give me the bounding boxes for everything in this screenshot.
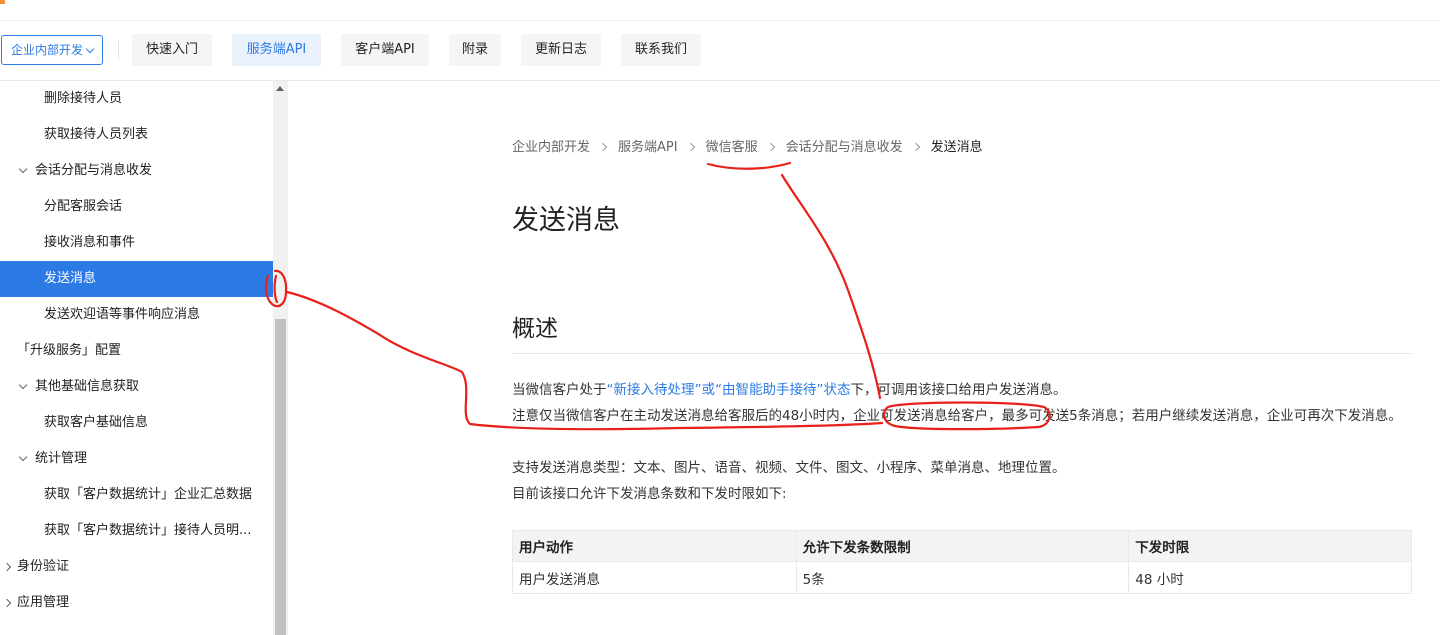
table-cell: 48 小时 bbox=[1128, 561, 1412, 594]
nav-server-api[interactable]: 服务端API bbox=[232, 34, 321, 66]
sidebar-item-label: 应用管理 bbox=[17, 595, 70, 610]
sidebar-item-label: 身份验证 bbox=[17, 559, 70, 574]
text-segment: 下，可调用该接口给用户发送消息。 bbox=[850, 382, 1067, 398]
chevron-right-icon[interactable] bbox=[2, 562, 12, 572]
page-title: 发送消息 bbox=[512, 205, 620, 236]
sidebar-item[interactable]: 获取「客户数据统计」企业汇总数据 bbox=[0, 477, 273, 513]
col-header-action: 用户动作 bbox=[512, 530, 797, 562]
sidebar-item-label: 发送消息 bbox=[44, 271, 97, 286]
sidebar-item-label: 删除接待人员 bbox=[44, 91, 123, 106]
sidebar-item[interactable]: 发送欢迎语等事件响应消息 bbox=[0, 297, 273, 333]
dropdown-label: 企业内部开发 bbox=[10, 43, 83, 57]
sidebar-item[interactable]: 「升级服务」配置 bbox=[0, 333, 273, 369]
breadcrumb-item[interactable]: 企业内部开发 bbox=[512, 140, 590, 155]
sidebar-item[interactable]: 其他基础信息获取 bbox=[0, 369, 273, 405]
nav-quickstart[interactable]: 快速入门 bbox=[132, 34, 212, 66]
paragraph-intro: 当微信客户处于“新接入待处理”或“由智能助手接待”状态下，可调用该接口给用户发送… bbox=[512, 377, 1412, 403]
sidebar-item-label: 分配客服会话 bbox=[44, 199, 123, 214]
breadcrumb-item: 发送消息 bbox=[930, 140, 983, 155]
scrollbar-thumb[interactable] bbox=[275, 319, 286, 635]
sidebar-item-label: 获取接待人员列表 bbox=[44, 127, 149, 142]
sidebar-item-label: 接收消息和事件 bbox=[44, 235, 136, 250]
nav-appendix[interactable]: 附录 bbox=[449, 34, 501, 66]
sidebar-item[interactable]: 会话分配与消息收发 bbox=[0, 153, 273, 189]
sidebar-item-label: 获取「客户数据统计」企业汇总数据 bbox=[44, 487, 253, 502]
annotation-underline-breadcrumb bbox=[706, 161, 792, 170]
sidebar-item[interactable]: 获取客户基础信息 bbox=[0, 405, 273, 441]
breadcrumb: 企业内部开发 服务端API 微信客服 会话分配与消息收发 发送消息 bbox=[512, 136, 983, 155]
sidebar-tree: 删除接待人员获取接待人员列表 会话分配与消息收发分配客服会话 接收消息和事件 发送消息… bbox=[0, 81, 273, 635]
breadcrumb-item[interactable]: 微信客服 bbox=[706, 140, 758, 155]
col-header-time: 下发时限 bbox=[1128, 530, 1412, 562]
table-cell: 用户发送消息 bbox=[512, 561, 797, 594]
breadcrumb-item[interactable]: 会话分配与消息收发 bbox=[786, 140, 903, 155]
chevron-down-icon[interactable] bbox=[18, 164, 28, 174]
chevron-right-icon bbox=[686, 142, 695, 152]
sidebar-item-label: 获取客户基础信息 bbox=[44, 415, 149, 430]
sidebar-item-label: 会话分配与消息收发 bbox=[35, 163, 153, 178]
nav-client-api[interactable]: 客户端API bbox=[341, 34, 429, 66]
top-strip bbox=[0, 0, 1440, 21]
divider bbox=[118, 41, 119, 59]
sidebar-item-label: 其他基础信息获取 bbox=[35, 379, 140, 394]
brand-mark bbox=[0, 0, 5, 4]
paragraph-types: 支持发送消息类型：文本、图片、语音、视频、文件、图文、小程序、菜单消息、地理位置… bbox=[512, 460, 1066, 476]
chevron-down-icon bbox=[85, 44, 95, 54]
chevron-down-icon[interactable] bbox=[18, 380, 28, 390]
status-link[interactable]: “新接入待处理”或“由智能助手接待”状态 bbox=[607, 382, 851, 398]
paragraph-limits: 目前该接口允许下发消息条数和下发时限如下: bbox=[512, 486, 787, 502]
scroll-up-icon[interactable] bbox=[276, 86, 284, 91]
breadcrumb-item[interactable]: 服务端API bbox=[618, 140, 678, 155]
chevron-right-icon bbox=[911, 142, 920, 152]
sidebar-item[interactable]: 应用管理 bbox=[0, 585, 273, 621]
sidebar-scrollbar[interactable] bbox=[273, 81, 288, 635]
sidebar-item[interactable]: 分配客服会话 bbox=[0, 189, 273, 225]
sidebar-item[interactable]: 接收消息和事件 bbox=[0, 225, 273, 261]
chevron-down-icon[interactable] bbox=[18, 452, 28, 462]
sidebar-item[interactable]: 统计管理 bbox=[0, 441, 273, 477]
sidebar-item[interactable]: 获取「客户数据统计」接待人员明... bbox=[0, 513, 273, 549]
sidebar-item[interactable]: 发送消息 bbox=[0, 261, 273, 297]
col-header-count: 允许下发条数限制 bbox=[795, 530, 1130, 562]
sidebar-item-label: 发送欢迎语等事件响应消息 bbox=[44, 307, 201, 322]
sidebar-item[interactable]: 身份验证 bbox=[0, 549, 273, 585]
text-segment: 当微信客户处于 bbox=[512, 382, 607, 398]
top-nav: 企业内部开发 快速入门 服务端API 客户端API 附录 更新日志 联系我们 bbox=[0, 21, 1440, 81]
sidebar-item[interactable]: 获取接待人员列表 bbox=[0, 117, 273, 153]
sidebar-item[interactable]: 删除接待人员 bbox=[0, 81, 273, 117]
table-cell: 5条 bbox=[795, 561, 1130, 594]
dev-type-dropdown[interactable]: 企业内部开发 bbox=[1, 35, 103, 65]
sidebar-item-label: 获取「客户数据统计」接待人员明... bbox=[44, 523, 252, 538]
table-header-row: 用户动作 允许下发条数限制 下发时限 bbox=[512, 530, 1412, 562]
annotation-line-breadcrumb-to-text bbox=[780, 173, 882, 400]
paragraph-notice: 注意仅当微信客户在主动发送消息给客服后的48小时内，企业可发送消息给客户，最多可… bbox=[512, 408, 1402, 424]
nav-contact[interactable]: 联系我们 bbox=[621, 34, 701, 66]
chevron-right-icon bbox=[766, 142, 775, 152]
sidebar-item-label: 统计管理 bbox=[35, 451, 88, 466]
section-title: 概述 bbox=[512, 316, 558, 342]
section-divider bbox=[512, 353, 1412, 354]
table-row: 用户发送消息 5条 48 小时 bbox=[512, 561, 1412, 594]
limits-table: 用户动作 允许下发条数限制 下发时限 用户发送消息 5条 48 小时 bbox=[512, 530, 1412, 594]
chevron-right-icon bbox=[598, 142, 608, 152]
chevron-right-icon[interactable] bbox=[2, 598, 12, 608]
nav-changelog[interactable]: 更新日志 bbox=[521, 34, 601, 66]
sidebar-item-label: 「升级服务」配置 bbox=[17, 343, 122, 358]
